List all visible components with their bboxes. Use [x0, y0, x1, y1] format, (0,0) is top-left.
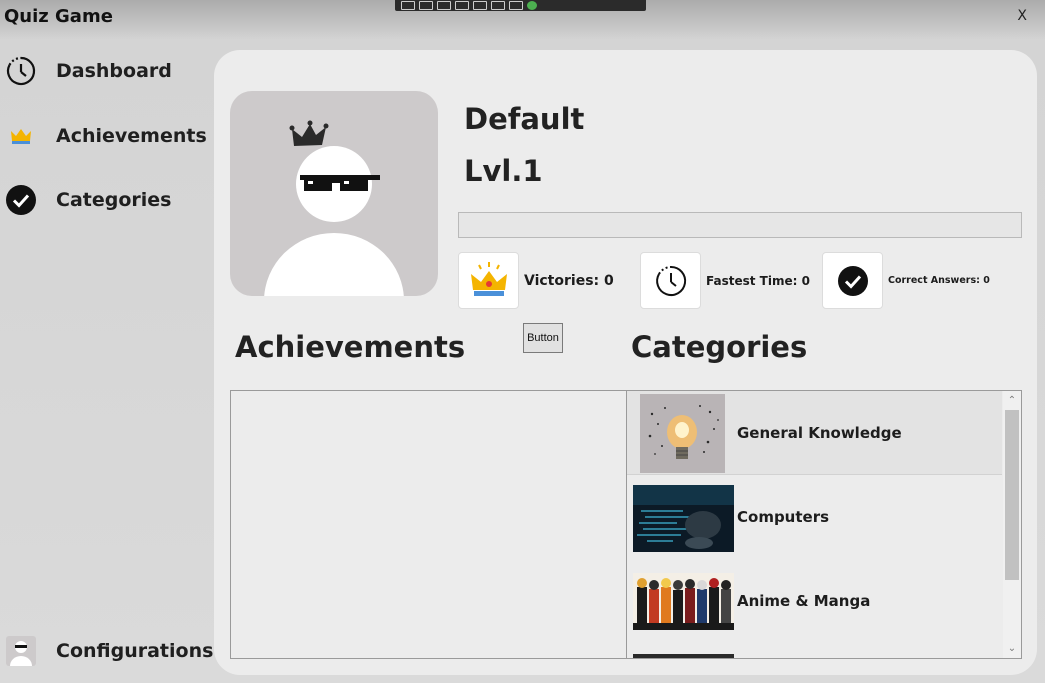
- anime-thumbnail: [633, 573, 734, 630]
- toolbar-tool-icon[interactable]: [473, 1, 487, 10]
- category-label: Computers: [737, 508, 830, 526]
- category-label: Anime & Manga: [737, 592, 871, 610]
- stat-fastest-time: Fastest Time: 0: [640, 252, 810, 309]
- category-item-general-knowledge[interactable]: General Knowledge: [627, 391, 1002, 475]
- achievements-list[interactable]: [230, 390, 627, 659]
- categories-list[interactable]: General Knowledge Computers Anime & Mang…: [626, 390, 1022, 659]
- stat-correct-answers-label: Correct Answers: 0: [888, 275, 990, 286]
- stat-victories: Victories: 0: [458, 252, 614, 309]
- clock-icon: [640, 252, 701, 309]
- profile-name: Default: [464, 102, 585, 136]
- clock-icon: [4, 54, 38, 88]
- category-item-computers[interactable]: Computers: [627, 475, 1002, 559]
- sidebar-item-label: Categories: [56, 189, 172, 211]
- xp-progress-bar: [458, 212, 1022, 238]
- checkmark-icon: [822, 252, 883, 309]
- scrollbar-thumb[interactable]: [1005, 410, 1019, 580]
- profile-level: Lvl.1: [464, 154, 543, 188]
- toolbar-tool-icon[interactable]: [401, 1, 415, 10]
- lightbulb-thumbnail: [640, 394, 725, 473]
- stat-fastest-time-label: Fastest Time: 0: [706, 273, 810, 288]
- sidebar-item-configurations[interactable]: Configurations: [4, 634, 213, 668]
- sidebar-item-achievements[interactable]: Achievements: [4, 119, 207, 153]
- category-item-anime-manga[interactable]: Anime & Manga: [627, 559, 1002, 643]
- crown-icon: [289, 120, 329, 146]
- checkmark-icon: [4, 183, 38, 217]
- crown-icon: [458, 252, 519, 309]
- next-category-thumbnail-partial: [633, 654, 734, 658]
- close-button[interactable]: X: [1017, 8, 1027, 24]
- achievements-heading: Achievements: [235, 330, 466, 364]
- sidebar-item-label: Achievements: [56, 125, 207, 147]
- debug-toolbar: [395, 0, 646, 11]
- stat-victories-label: Victories: 0: [524, 272, 614, 289]
- toolbar-tool-icon[interactable]: [455, 1, 469, 10]
- sidebar-item-dashboard[interactable]: Dashboard: [4, 54, 172, 88]
- category-label: General Knowledge: [737, 423, 902, 442]
- scroll-up-icon[interactable]: ⌃: [1003, 392, 1021, 409]
- toolbar-tool-icon[interactable]: [509, 1, 523, 10]
- scroll-down-icon[interactable]: ⌄: [1003, 640, 1021, 657]
- categories-heading: Categories: [631, 330, 808, 364]
- toolbar-tool-icon[interactable]: [437, 1, 451, 10]
- avatar-icon: [4, 634, 38, 668]
- window-title: Quiz Game: [4, 6, 113, 27]
- main-panel: Default Lvl.1 Victories: 0 Fastest Time:…: [214, 50, 1037, 675]
- computers-thumbnail: [633, 485, 734, 552]
- generic-button[interactable]: Button: [523, 323, 563, 353]
- sidebar-item-categories[interactable]: Categories: [4, 183, 171, 217]
- crown-icon: [4, 119, 38, 153]
- sidebar-item-label: Configurations: [56, 640, 214, 662]
- sidebar-item-label: Dashboard: [56, 60, 172, 82]
- profile-avatar: [230, 91, 438, 296]
- toolbar-tool-icon[interactable]: [419, 1, 433, 10]
- toolbar-tool-icon[interactable]: [491, 1, 505, 10]
- categories-scrollbar[interactable]: ⌃ ⌄: [1003, 391, 1021, 658]
- stat-correct-answers: Correct Answers: 0: [822, 252, 990, 309]
- toolbar-check-icon[interactable]: [527, 1, 537, 10]
- sunglasses-icon: [300, 175, 380, 191]
